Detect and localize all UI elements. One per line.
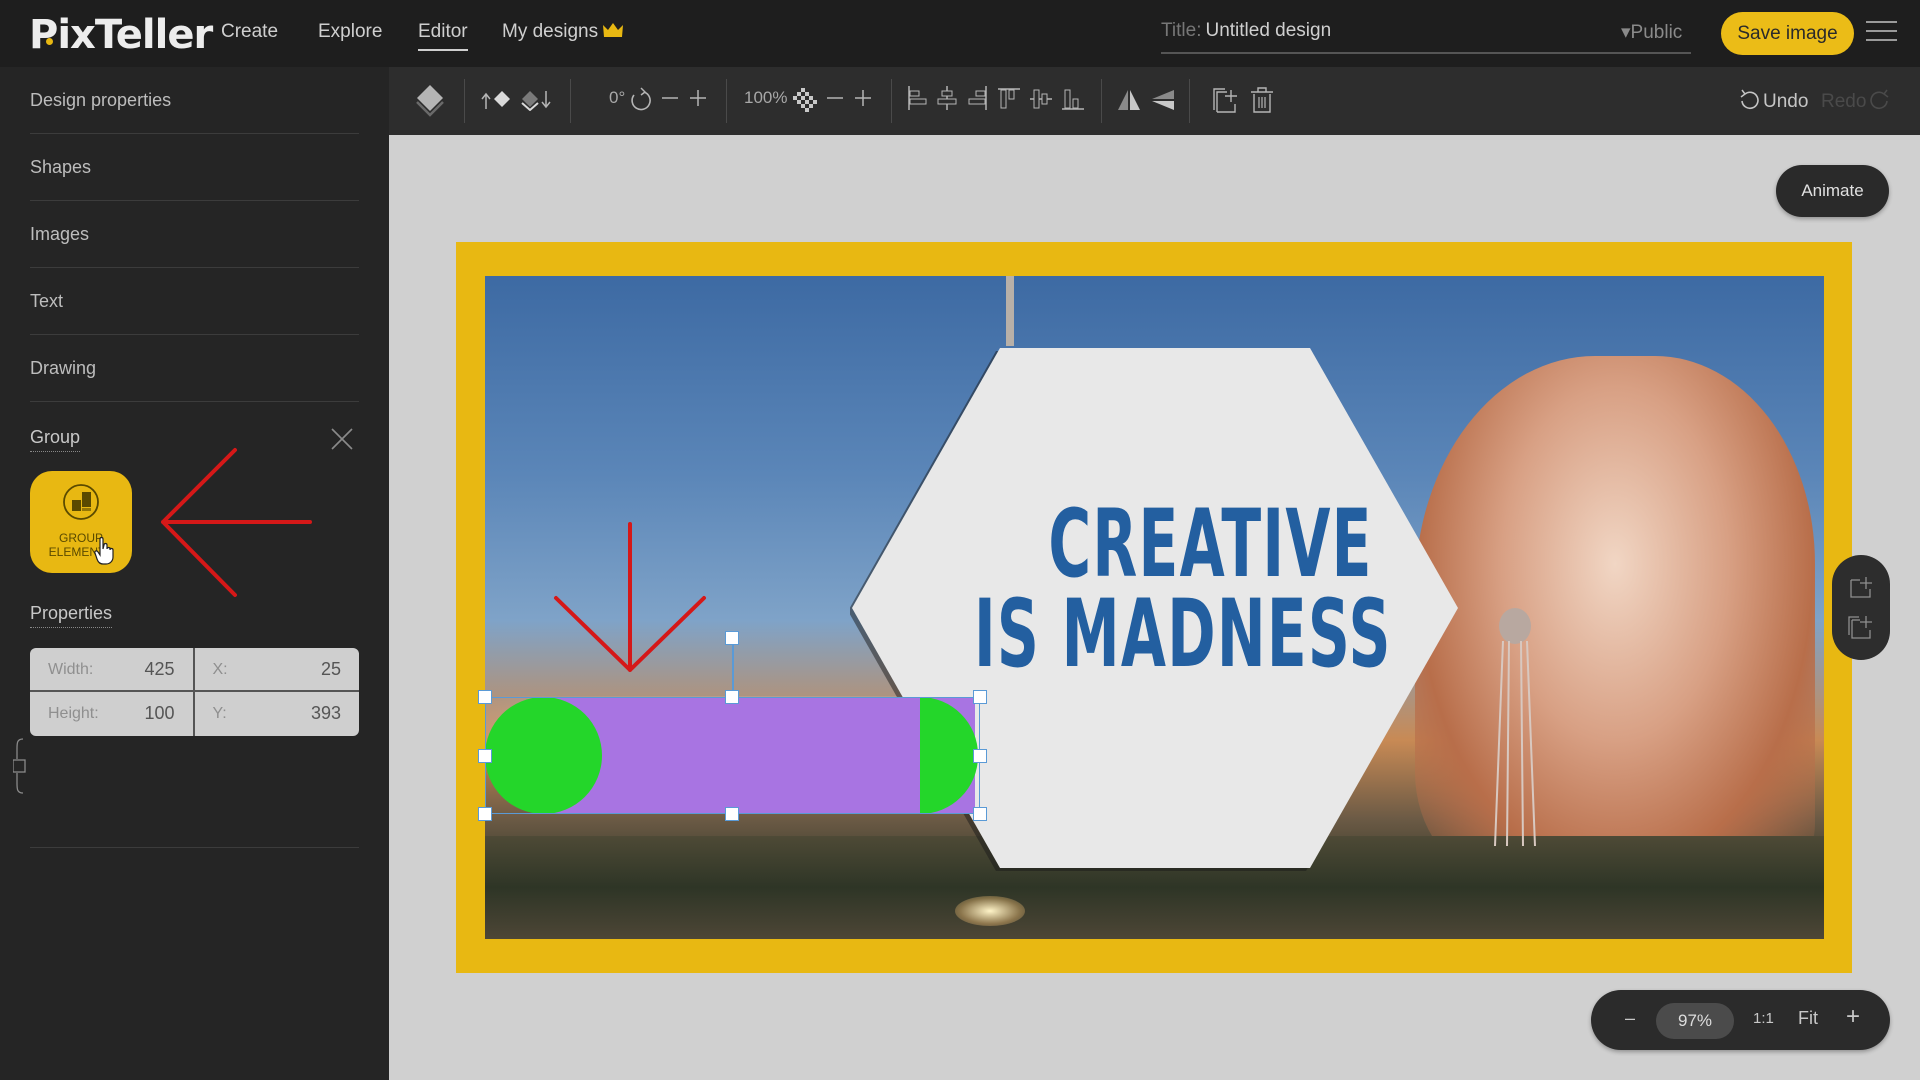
redo-button[interactable]: Redo [1821,89,1890,113]
annotation-arrow-left [161,448,312,597]
zoom-level[interactable]: 97% [1656,1003,1734,1039]
rotation-handle[interactable] [725,631,739,645]
pixteller-logo[interactable]: PixTeller [29,12,213,58]
resize-handle-bottom-left[interactable] [478,807,492,821]
align-right-icon[interactable] [966,85,988,111]
flip-horizontal-icon[interactable] [1117,89,1141,111]
layers-icon[interactable] [415,83,445,117]
selection-box [485,697,980,814]
visibility-dropdown[interactable]: ▾Public [1621,21,1682,44]
zoom-actual-size-button[interactable]: 1:1 [1753,1010,1774,1027]
annotation-arrow-down [554,522,706,672]
sidebar-item-images[interactable]: Images [30,201,359,268]
align-bottom-icon[interactable] [1061,87,1085,111]
sidebar-item-design-properties[interactable]: Design properties [30,67,359,134]
zoom-out-button[interactable]: – [1625,1008,1635,1029]
headline-line1: CREATIVE [1048,490,1373,599]
zoom-in-button[interactable]: + [1846,1003,1860,1031]
resize-handle-top-right[interactable] [973,690,987,704]
hand-cursor-icon [94,537,114,565]
rotate-plus-icon[interactable] [689,89,707,107]
group-elements-button[interactable]: GROUP ELEMENTS [30,471,132,573]
opacity-value[interactable]: 100% [744,88,787,108]
align-left-icon[interactable] [907,85,929,111]
resize-handle-left[interactable] [478,749,492,763]
x-value[interactable]: 25 [321,659,341,680]
height-field[interactable]: Height: 100 [30,692,195,736]
duplicate-page-icon[interactable] [1846,613,1876,641]
bring-forward-icon[interactable] [481,89,511,111]
resize-handle-bottom[interactable] [725,807,739,821]
duplicate-icon[interactable] [1211,86,1239,114]
side-tool-panel [1832,555,1890,660]
properties-section-title: Properties [30,603,113,628]
width-value[interactable]: 425 [144,659,174,680]
rotate-icon[interactable] [629,87,653,113]
send-backward-icon[interactable] [521,89,553,111]
aspect-ratio-lock-icon[interactable] [13,735,33,797]
rocket [1006,276,1014,346]
resize-handle-top[interactable] [725,690,739,704]
smoke-cloud [1415,356,1815,876]
design-title-field[interactable]: Title: Untitled design [1161,20,1691,54]
align-top-icon[interactable] [997,87,1021,111]
title-value[interactable]: Untitled design [1205,20,1331,41]
y-value[interactable]: 393 [311,703,341,724]
sidebar-item-drawing[interactable]: Drawing [30,335,359,402]
resize-handle-right[interactable] [973,749,987,763]
logo-text: PixTeller [29,12,213,58]
zoom-fit-button[interactable]: Fit [1798,1008,1818,1029]
hamburger-menu-icon[interactable] [1866,21,1897,45]
undo-button[interactable]: Undo [1739,89,1808,113]
group-icon [63,484,99,520]
title-label: Title: [1161,20,1202,41]
redo-icon [1870,89,1889,110]
x-field[interactable]: X: 25 [194,648,359,692]
properties-grid: Width: 425 X: 25 Height: 100 Y: 393 [30,648,359,736]
sunset-reflection [955,896,1025,926]
animate-button[interactable]: Animate [1776,165,1889,217]
nav-my-designs-label: My designs [502,21,599,42]
resize-handle-top-left[interactable] [478,690,492,704]
close-icon[interactable] [330,427,354,451]
nav-editor[interactable]: Editor [418,21,468,51]
align-center-vertical-icon[interactable] [1029,87,1053,111]
align-center-horizontal-icon[interactable] [936,85,958,111]
sidebar-divider [30,847,359,848]
width-field[interactable]: Width: 425 [30,648,195,692]
top-navigation-bar: PixTeller Create Explore Editor My desig… [0,0,1920,67]
nav-create[interactable]: Create [221,21,278,43]
group-elements-label: GROUP ELEMENTS [48,531,114,559]
group-section-title: Group [30,427,81,452]
rotation-value[interactable]: 0° [609,88,625,108]
save-image-button[interactable]: Save image [1721,12,1854,55]
headline-text[interactable]: CREATIVE IS MADNESS [974,490,1391,682]
resize-handle-bottom-right[interactable] [973,807,987,821]
flip-vertical-icon[interactable] [1151,89,1175,111]
sidebar-item-shapes[interactable]: Shapes [30,134,359,201]
opacity-minus-icon[interactable] [826,89,844,107]
water-tower [1494,608,1536,846]
crown-icon [602,22,624,44]
undo-icon [1740,89,1759,110]
rotate-minus-icon[interactable] [661,89,679,107]
logo-dot [46,38,53,45]
opacity-plus-icon[interactable] [854,89,872,107]
height-value[interactable]: 100 [144,703,174,724]
add-page-icon[interactable] [1848,575,1876,601]
editor-toolbar: 0° 100% Undo Redo [389,67,1920,135]
nav-explore[interactable]: Explore [318,21,382,43]
rotation-handle-line [732,638,734,698]
headline-line2: IS MADNESS [974,580,1392,689]
nav-my-designs[interactable]: My designs [502,21,624,44]
y-field[interactable]: Y: 393 [195,692,360,736]
transparency-icon[interactable] [793,88,817,112]
delete-icon[interactable] [1249,86,1275,114]
sidebar-item-text[interactable]: Text [30,268,359,335]
zoom-controls: – 97% 1:1 Fit + [1591,990,1890,1050]
